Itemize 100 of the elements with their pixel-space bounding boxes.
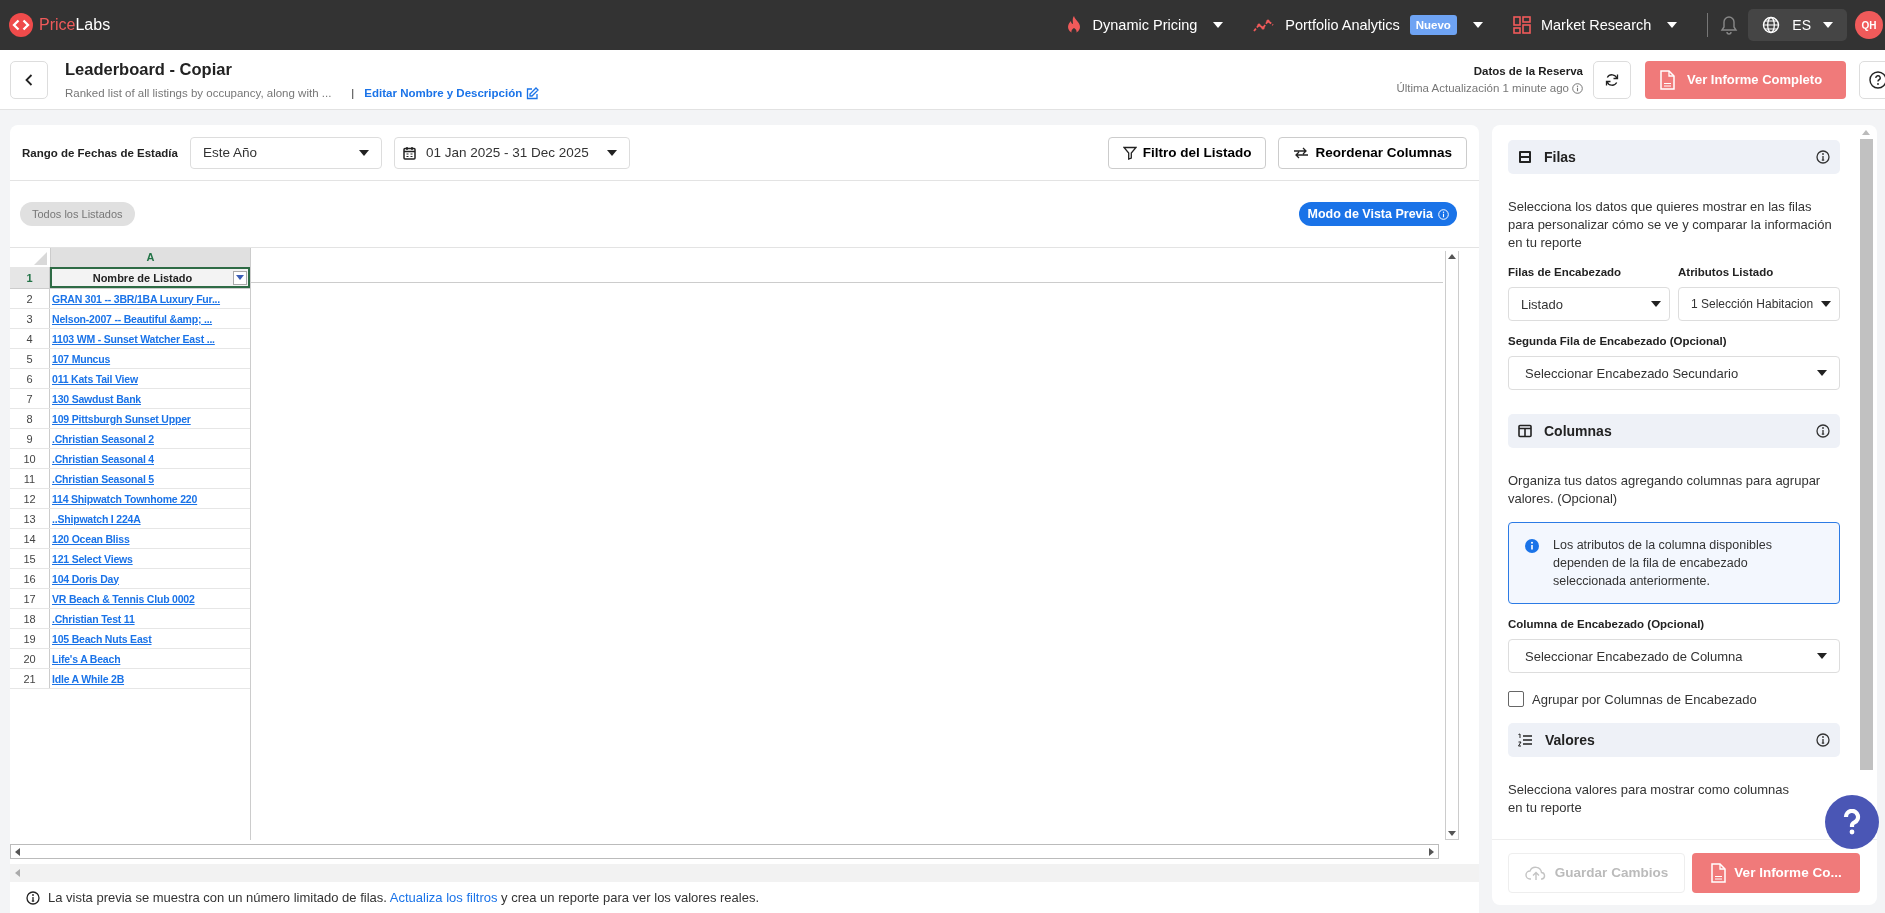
caret-icon: [1667, 22, 1678, 28]
section-header: Columnas: [1508, 414, 1840, 448]
listing-link[interactable]: .Christian Seasonal 4: [52, 452, 154, 465]
listing-link[interactable]: 109 Pittsburgh Sunset Upper: [52, 412, 191, 425]
chevron-left-icon: [25, 73, 33, 86]
row-number: 10: [10, 449, 50, 468]
arrow-right-icon: [1429, 847, 1434, 856]
listing-link[interactable]: 107 Muncus: [52, 352, 111, 365]
file-xls-icon: [1710, 862, 1727, 883]
vertical-scrollbar[interactable]: [1445, 251, 1459, 840]
dropdown[interactable]: 1 Selección Habitacion: [1678, 287, 1840, 321]
caret-icon: [1472, 22, 1483, 28]
date-range-label: Rango de Fechas de Estadía: [22, 146, 178, 159]
date-range-select[interactable]: 01 Jan 2025 - 31 Dec 2025: [393, 136, 630, 169]
listing-link[interactable]: VR Beach & Tennis Club 0002: [52, 592, 195, 605]
listing-link[interactable]: 130 Sawdust Bank: [52, 392, 141, 405]
checkbox[interactable]: [1508, 691, 1524, 707]
row-number: 6: [10, 369, 50, 388]
row-number: 1: [10, 267, 50, 288]
edit-link[interactable]: Editar Nombre y Descripción: [364, 86, 540, 100]
report-button[interactable]: Ver Informe Completo: [1645, 60, 1846, 99]
row-number: 8: [10, 409, 50, 428]
globe-icon: [1762, 16, 1781, 34]
horizontal-scrollbar[interactable]: [10, 844, 1439, 859]
caret-icon: [358, 149, 369, 156]
listing-link[interactable]: .Christian Seasonal 5: [52, 472, 154, 485]
listing-link[interactable]: Life's A Beach: [52, 652, 121, 665]
dropdown[interactable]: Seleccionar Encabezado Secundario: [1508, 356, 1840, 390]
info-icon: [1816, 150, 1830, 164]
user-avatar[interactable]: QH: [1855, 11, 1883, 39]
refresh-icon: [1605, 72, 1619, 87]
language-selector[interactable]: ES: [1748, 9, 1847, 41]
scrollbar[interactable]: [1859, 130, 1873, 770]
section-description: Organiza tus datos agregando columnas para agrupar valores. (Opcional): [1508, 472, 1822, 508]
caret-icon: [1817, 653, 1827, 659]
caret-icon: [1821, 301, 1831, 307]
section-description: Selecciona los datos que quieres mostrar en las filas para personalizar cómo se ve y comparar la información en tu reporte: [1508, 198, 1833, 252]
help-button[interactable]: [1825, 795, 1879, 849]
row-number: 21: [10, 669, 50, 688]
row-number: 13: [10, 509, 50, 528]
nav-menu[interactable]: Portfolio Analytics Nuevo: [1253, 15, 1483, 35]
bell-icon[interactable]: [1720, 15, 1739, 35]
row-number: 4: [10, 329, 50, 348]
dropdown[interactable]: Seleccionar Encabezado de Columna: [1508, 639, 1840, 673]
info-icon: [26, 890, 40, 905]
nav-menu[interactable]: Dynamic Pricing: [1064, 15, 1224, 35]
question-icon: [1869, 70, 1885, 89]
page-scrollbar[interactable]: [10, 864, 1479, 882]
row-number: 14: [10, 529, 50, 548]
listing-link[interactable]: .Christian Seasonal 2: [52, 432, 154, 445]
listing-link[interactable]: 105 Beach Nuts East: [52, 632, 152, 645]
arrow-up-icon: [1448, 254, 1456, 259]
all-listings-chip[interactable]: Todos los Listados: [20, 202, 135, 226]
row-number: 5: [10, 349, 50, 368]
logo-icon: [9, 13, 33, 37]
back-button[interactable]: [10, 60, 48, 99]
info-icon: [1438, 208, 1449, 220]
nav-menu[interactable]: Market Research: [1512, 16, 1678, 34]
listing-link[interactable]: .Christian Test 11: [52, 612, 135, 625]
dropdown[interactable]: Listado: [1508, 287, 1670, 321]
listing-link[interactable]: 121 Select Views: [52, 552, 133, 565]
cloud-upload-icon: [1524, 864, 1547, 881]
update-filters-link[interactable]: Actualiza los filtros: [389, 890, 498, 905]
edit-icon: [526, 86, 540, 100]
caret-icon: [1651, 301, 1661, 307]
row-number: 15: [10, 549, 50, 568]
help-button[interactable]: [1859, 60, 1885, 99]
listing-link[interactable]: 1103 WM - Sunset Watcher East ...: [52, 332, 215, 345]
caret-icon: [1817, 370, 1827, 376]
listing-link[interactable]: GRAN 301 -- 3BR/1BA Luxury Fur...: [52, 292, 221, 305]
listing-link[interactable]: Nelson-2007 -- Beautiful &amp; ...: [52, 312, 213, 325]
listing-link[interactable]: 011 Kats Tail View: [52, 372, 138, 385]
reorder-columns-button[interactable]: Reordenar Columnas: [1278, 136, 1467, 169]
row-number: 20: [10, 649, 50, 668]
listing-link[interactable]: ..Shipwatch I 224A: [52, 512, 141, 525]
listing-link[interactable]: Idle A While 2B: [52, 672, 125, 685]
header-cell[interactable]: Nombre de Listado: [50, 267, 250, 288]
refresh-button[interactable]: [1593, 60, 1631, 99]
listing-link[interactable]: 114 Shipwatch Townhome 220: [52, 492, 198, 505]
page-description: Ranked list of all listings by occupancy, along with ...: [65, 87, 332, 99]
arrow-left-icon: [15, 869, 20, 877]
checkbox-label: Agrupar por Columnas de Encabezado: [1532, 691, 1757, 707]
caret-icon: [606, 149, 617, 156]
listing-link[interactable]: 104 Doris Day: [52, 572, 119, 585]
filter-button[interactable]: Filtro del Listado: [1107, 136, 1267, 169]
row-number: 16: [10, 569, 50, 588]
calendar-icon: [402, 145, 416, 160]
column-header: A: [50, 248, 250, 267]
section-description: Selecciona valores para mostrar como columnas en tu reporte: [1508, 781, 1791, 817]
report-button[interactable]: Ver Informe Co...: [1692, 852, 1860, 893]
row-number: 9: [10, 429, 50, 448]
period-select[interactable]: Este Año: [189, 136, 382, 169]
separator: |: [351, 87, 355, 99]
row-number: 3: [10, 309, 50, 328]
filter-dropdown-button[interactable]: [233, 270, 247, 285]
listing-link[interactable]: 120 Ocean Bliss: [52, 532, 130, 545]
row-number: 11: [10, 469, 50, 488]
arrow-up-icon: [1862, 130, 1870, 135]
filter-icon: [1122, 145, 1137, 160]
preview-note: La vista previa se muestra con un número limitado de filas. Actualiza los filtros y crea un reporte para ver los valores reales.: [48, 890, 760, 905]
